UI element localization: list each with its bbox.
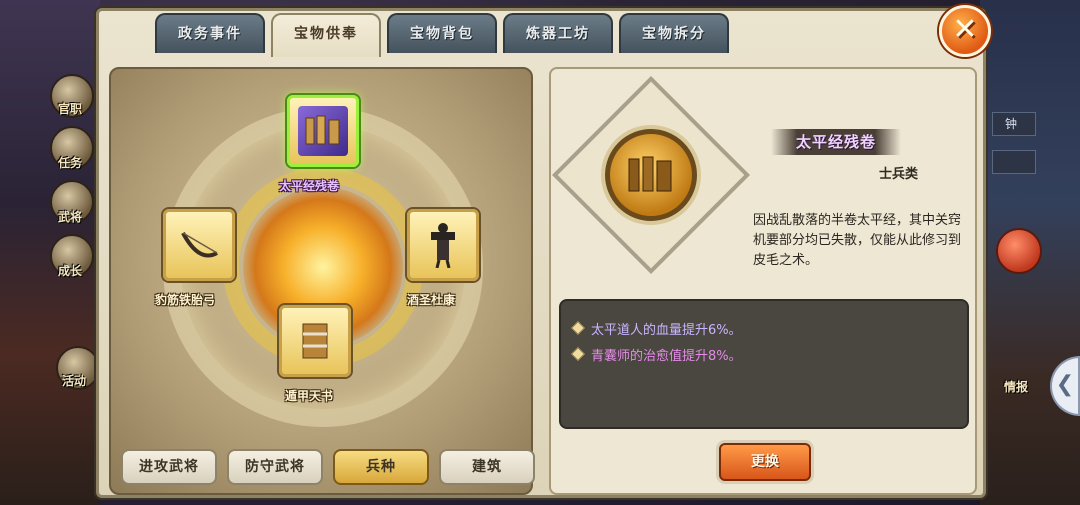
swap-button[interactable]: 更换	[719, 443, 811, 481]
bullet-diamond-icon	[570, 346, 586, 362]
tab-treasure-split[interactable]: 宝物拆分	[619, 13, 729, 53]
side-menu-label-event: 活动	[62, 374, 87, 388]
side-menu-label-official: 官职	[58, 102, 83, 116]
item-type: 士兵类	[879, 167, 919, 182]
offering-slot-top[interactable]	[287, 95, 359, 167]
report-label: 情报	[1003, 380, 1028, 394]
item-description: 因战乱散落的半卷太平经，其中关窍机要部分均已失散，仅能从此修习到皮毛之术。	[753, 213, 962, 268]
wine-sage-icon	[418, 220, 468, 270]
effect-text: 青囊师的治愈值提升8%。	[591, 348, 742, 364]
category-defense-generals-button[interactable]: 防守武将	[227, 449, 323, 485]
side-menu-label-general: 武将	[58, 210, 83, 224]
chat-bubble-button[interactable]	[996, 228, 1042, 274]
item-name: 太平经残卷	[771, 129, 901, 155]
offering-label-bottom: 遁甲天书	[285, 389, 334, 403]
bow-icon	[174, 220, 224, 270]
tab-bar: 政务事件 宝物供奉 宝物背包 炼器工坊 宝物拆分	[155, 13, 729, 57]
offering-label-right: 酒圣杜康	[407, 293, 456, 307]
tab-government-events[interactable]: 政务事件	[155, 13, 265, 53]
right-side-tab[interactable]	[992, 150, 1036, 174]
detail-panel: 太平经残卷 士兵类 因战乱散落的半卷太平经，其中关窍机要部分均已失散，仅能从此修…	[549, 67, 977, 495]
effects-box: 太平道人的血量提升6%。 青囊师的治愈值提升8%。	[559, 299, 969, 429]
tab-treasure-bag[interactable]: 宝物背包	[387, 13, 497, 53]
treasure-emblem-icon	[605, 129, 697, 221]
category-troops-button[interactable]: 兵种	[333, 449, 429, 485]
right-side-tab[interactable]: 钟	[992, 112, 1036, 136]
category-bar: 进攻武将 防守武将 兵种 建筑	[121, 449, 535, 485]
effect-row: 青囊师的治愈值提升8%。	[570, 341, 955, 367]
close-icon: ✕	[952, 12, 978, 47]
offering-slot-bottom[interactable]	[279, 305, 351, 377]
offering-slot-right[interactable]	[407, 209, 479, 281]
side-menu-label-task: 任务	[58, 156, 83, 170]
tab-treasure-offering[interactable]: 宝物供奉	[271, 13, 381, 57]
offering-label-top: 太平经残卷	[279, 179, 340, 193]
effect-row: 太平道人的血量提升6%。	[570, 315, 955, 341]
offering-panel: 太平经残卷 豹筋铁胎弓 酒圣杜康 遁甲天书 进攻武将 防守武将 兵种 建筑	[109, 67, 535, 495]
category-buildings-button[interactable]: 建筑	[439, 449, 535, 485]
category-attack-generals-button[interactable]: 进攻武将	[121, 449, 217, 485]
effect-text: 太平道人的血量提升6%。	[591, 322, 742, 338]
close-button[interactable]: ✕	[939, 5, 991, 57]
tab-forge-workshop[interactable]: 炼器工坊	[503, 13, 613, 53]
scroll-icon	[298, 106, 348, 156]
offering-label-left: 豹筋铁胎弓	[155, 293, 216, 307]
treasure-window: 政务事件 宝物供奉 宝物背包 炼器工坊 宝物拆分 ✕ 太平经残卷 豹筋铁胎弓 酒…	[96, 5, 991, 498]
bullet-diamond-icon	[570, 320, 586, 336]
book-bundle-icon	[290, 316, 340, 366]
offering-slot-left[interactable]	[163, 209, 235, 281]
side-menu-label-growth: 成长	[58, 264, 83, 278]
